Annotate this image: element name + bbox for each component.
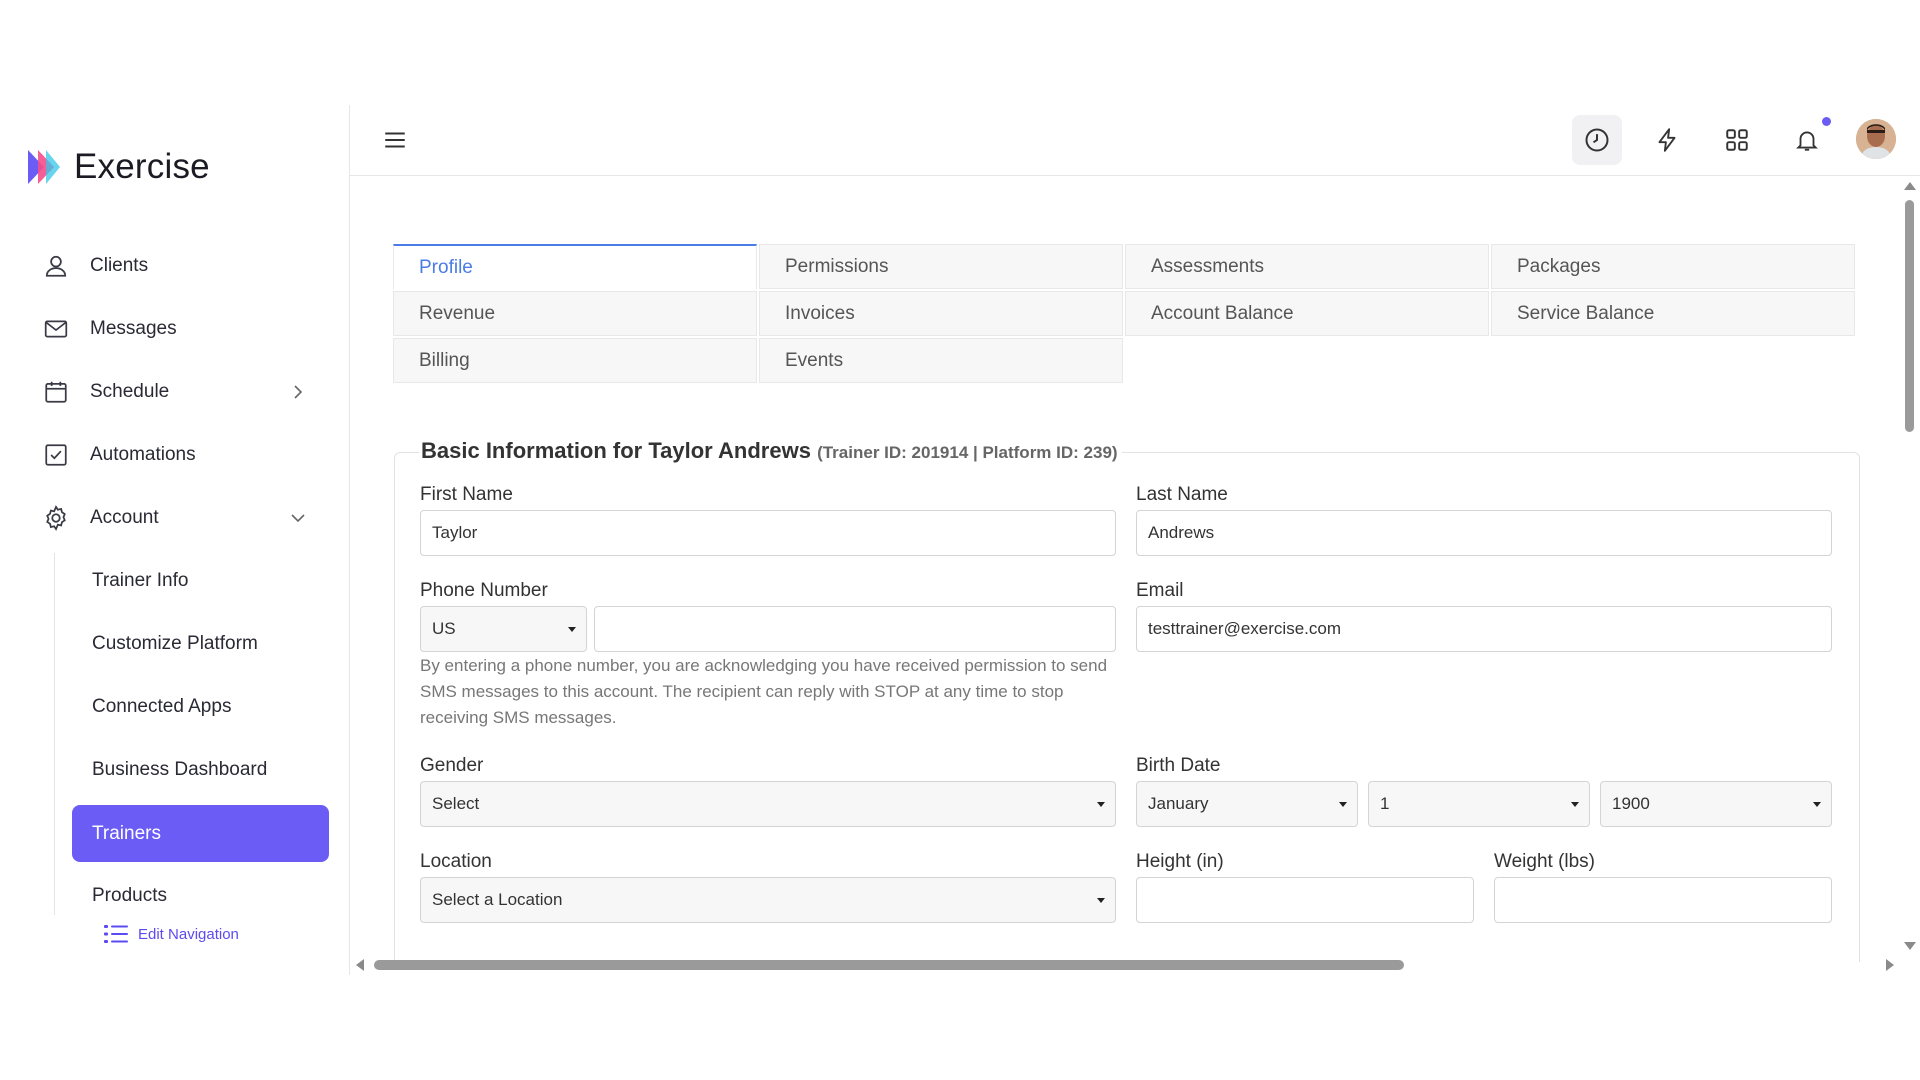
vertical-scroll-thumb[interactable]	[1905, 200, 1914, 432]
birth-day-value: 1	[1380, 794, 1389, 814]
subnav-divider	[54, 553, 55, 915]
chevron-down-icon[interactable]	[288, 508, 308, 528]
horizontal-scroll-thumb[interactable]	[374, 960, 1404, 970]
calendar-icon	[40, 376, 72, 408]
main-content: Profile Permissions Assessments Packages…	[350, 176, 1905, 962]
tab-packages[interactable]: Packages	[1491, 244, 1855, 289]
edit-navigation-label: Edit Navigation	[138, 926, 239, 943]
tab-account-balance[interactable]: Account Balance	[1125, 291, 1489, 336]
caret-down-icon	[1097, 898, 1105, 903]
weight-label: Weight (lbs)	[1494, 851, 1595, 873]
height-input[interactable]	[1136, 877, 1474, 923]
edit-navigation-link[interactable]: Edit Navigation	[104, 923, 239, 945]
sidebar-item-label: Messages	[90, 318, 177, 340]
location-select[interactable]: Select a Location	[420, 877, 1116, 923]
phone-country-select[interactable]: US	[420, 606, 587, 652]
birth-day-select[interactable]: 1	[1368, 781, 1590, 827]
sidebar-item-label: Account	[90, 507, 159, 529]
sidebar-item-clients[interactable]: Clients	[40, 246, 148, 286]
chevron-right-icon[interactable]	[288, 382, 308, 402]
gender-select[interactable]: Select	[420, 781, 1116, 827]
user-icon	[40, 250, 72, 282]
sidebar-sub-trainers[interactable]: Trainers	[72, 805, 329, 862]
birth-year-select[interactable]: 1900	[1600, 781, 1832, 827]
checkbox-icon	[40, 439, 72, 471]
phone-help-text: By entering a phone number, you are ackn…	[420, 653, 1120, 731]
top-header	[350, 105, 1920, 176]
tab-invoices[interactable]: Invoices	[759, 291, 1123, 336]
last-name-label: Last Name	[1136, 484, 1228, 506]
scroll-left-arrow-icon[interactable]	[356, 959, 364, 971]
hamburger-icon[interactable]	[382, 127, 408, 153]
avatar[interactable]	[1856, 119, 1896, 159]
tab-events[interactable]: Events	[759, 338, 1123, 383]
gender-value: Select	[432, 794, 479, 814]
sidebar-sub-connected-apps[interactable]: Connected Apps	[92, 687, 231, 727]
clock-icon[interactable]	[1572, 115, 1622, 165]
scroll-right-arrow-icon[interactable]	[1886, 959, 1894, 971]
lightning-icon[interactable]	[1642, 115, 1692, 165]
notification-dot	[1822, 117, 1831, 126]
birth-month-value: January	[1148, 794, 1208, 814]
section-title-text: Basic Information for Taylor Andrews	[421, 438, 811, 463]
sidebar-item-messages[interactable]: Messages	[40, 309, 177, 349]
tab-service-balance[interactable]: Service Balance	[1491, 291, 1855, 336]
birth-month-select[interactable]: January	[1136, 781, 1358, 827]
email-label: Email	[1136, 580, 1184, 602]
location-label: Location	[420, 851, 492, 873]
sidebar-sub-products[interactable]: Products	[92, 876, 167, 916]
section-subtitle: (Trainer ID: 201914 | Platform ID: 239)	[817, 443, 1117, 462]
grid-icon[interactable]	[1712, 115, 1762, 165]
last-name-input[interactable]: Andrews	[1136, 510, 1832, 556]
tab-billing[interactable]: Billing	[393, 338, 757, 383]
caret-down-icon	[1813, 802, 1821, 807]
tab-permissions[interactable]: Permissions	[759, 244, 1123, 289]
height-label: Height (in)	[1136, 851, 1224, 873]
logo[interactable]: Exercise	[24, 147, 210, 187]
weight-input[interactable]	[1494, 877, 1832, 923]
sidebar: Exercise Clients Messages Schedule Autom…	[0, 105, 350, 975]
gender-label: Gender	[420, 755, 483, 777]
vertical-scrollbar[interactable]	[1902, 178, 1916, 954]
first-name-input[interactable]: Taylor	[420, 510, 1116, 556]
caret-down-icon	[1339, 802, 1347, 807]
sidebar-item-account[interactable]: Account	[40, 498, 159, 538]
tab-assessments[interactable]: Assessments	[1125, 244, 1489, 289]
sidebar-sub-customize-platform[interactable]: Customize Platform	[92, 624, 258, 664]
phone-label: Phone Number	[420, 580, 548, 602]
scroll-down-arrow-icon[interactable]	[1904, 942, 1916, 950]
sidebar-item-label: Clients	[90, 255, 148, 277]
list-icon	[104, 923, 128, 945]
phone-country-value: US	[432, 619, 456, 639]
section-title: Basic Information for Taylor Andrews (Tr…	[419, 438, 1122, 464]
tab-revenue[interactable]: Revenue	[393, 291, 757, 336]
tab-profile[interactable]: Profile	[393, 244, 757, 289]
logo-icon	[24, 148, 62, 186]
caret-down-icon	[1571, 802, 1579, 807]
horizontal-scrollbar[interactable]	[352, 954, 1902, 976]
birth-year-value: 1900	[1612, 794, 1650, 814]
mail-icon	[40, 313, 72, 345]
caret-down-icon	[568, 627, 576, 632]
scroll-up-arrow-icon[interactable]	[1904, 182, 1916, 190]
phone-number-input[interactable]	[594, 606, 1116, 652]
sidebar-sub-business-dashboard[interactable]: Business Dashboard	[92, 750, 267, 790]
gear-icon	[40, 502, 72, 534]
birth-date-label: Birth Date	[1136, 755, 1220, 777]
email-input[interactable]: testtrainer@exercise.com	[1136, 606, 1832, 652]
first-name-label: First Name	[420, 484, 513, 506]
sidebar-item-schedule[interactable]: Schedule	[40, 372, 169, 412]
sidebar-item-automations[interactable]: Automations	[40, 435, 196, 475]
logo-text: Exercise	[74, 147, 210, 187]
sidebar-sub-trainer-info[interactable]: Trainer Info	[92, 561, 188, 601]
caret-down-icon	[1097, 802, 1105, 807]
sidebar-item-label: Automations	[90, 444, 196, 466]
location-value: Select a Location	[432, 890, 562, 910]
sidebar-item-label: Schedule	[90, 381, 169, 403]
